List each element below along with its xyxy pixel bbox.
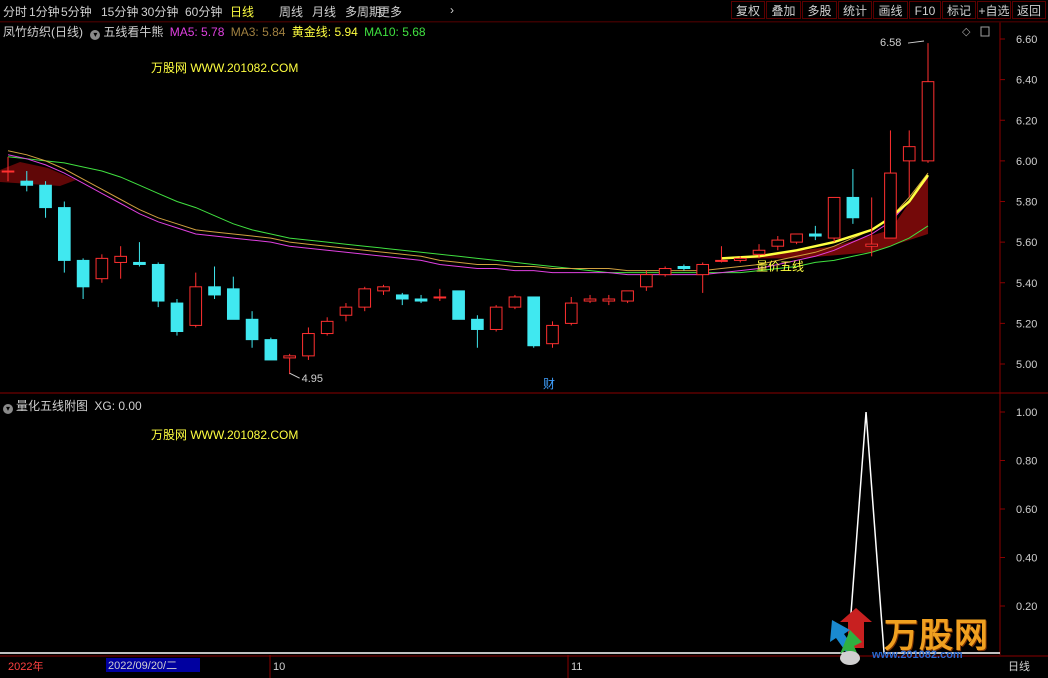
candle-body [715,259,728,262]
sub-watermark: 万股网 WWW.201082.COM [151,428,299,442]
annotation-label: 量价五线 [756,260,804,274]
diamond-icon: ◇ [962,26,971,38]
candle-body [602,298,616,302]
price-axis-label: 6.00 [1016,156,1037,168]
indicator-name[interactable]: 五线看牛熊 [103,25,163,39]
candle-body [39,184,52,209]
year-label: 2022年 [8,659,43,673]
sub-axis-label: 1.00 [1016,407,1037,419]
ma-band-left [0,162,76,186]
candle-body [245,318,259,341]
candle-body [114,255,127,263]
candle-body [20,180,34,186]
price-axis-label: 6.60 [1016,34,1037,46]
candle-body [733,257,747,261]
candle-body [752,249,766,255]
sub-info-line: ▾ 量化五线附图 XG: 0.00 [3,397,142,414]
month-label: 10 [273,661,285,673]
sub-axis-label: 0.40 [1016,553,1037,565]
gold-line [721,174,930,260]
price-axis-label: 5.80 [1016,197,1037,209]
candle-body [151,263,165,302]
candle-body [677,266,691,270]
ma10-value: MA10: 5.68 [364,25,426,39]
candle-body [508,296,522,308]
candle-body [395,294,409,300]
finance-marker: 财 [543,377,555,391]
candle-body [226,288,240,320]
price-axis-label: 5.40 [1016,278,1037,290]
chart-canvas[interactable]: 6.60 6.40 6.20 6.00 5.80 5.60 5.40 5.20 5.00 1.00… [0,0,1048,678]
ma5-value: MA5: 5.78 [169,25,225,39]
candle-body [771,239,785,247]
price-axis-label: 5.60 [1016,237,1037,249]
logo-url: www.201082.com [872,649,963,661]
candle-body [320,320,334,335]
candle-body [133,261,146,265]
price-axis-label: 6.20 [1016,115,1037,127]
candle-body [640,274,653,288]
candle-body [902,146,916,162]
candle-body [583,298,597,302]
candle-body [76,259,90,288]
sub-axis-label: 0.60 [1016,504,1037,516]
candle-body [433,296,447,299]
dropdown-circle-icon[interactable]: ▾ [90,30,101,40]
candle-body [471,318,484,330]
candle-body [884,172,897,239]
candle-body [208,286,221,296]
price-axis-label: 6.40 [1016,75,1037,87]
price-axis-label: 5.00 [1016,359,1037,371]
window-icon [980,26,990,37]
price-axis-label: 5.20 [1016,318,1037,330]
candle-body [414,298,428,302]
sub-indicator-name[interactable]: 量化五线附图 [16,399,88,413]
candle-body [302,333,315,357]
candle-body [809,233,822,237]
candle-body [358,288,372,308]
month-label: 11 [571,661,582,673]
candle-body [546,324,559,345]
high-price-label: 6.58 [880,37,901,49]
candle-body [696,263,710,276]
candle-body [621,290,634,302]
candle-body [452,290,465,320]
candle-body [95,257,109,280]
candle-body [58,207,71,261]
gold-line-value: 黄金线: 5.94 [291,25,358,39]
dropdown-circle-icon[interactable]: ▾ [3,404,13,414]
candle-body [339,306,353,316]
candle-body [921,81,935,162]
sub-axis-label: 0.80 [1016,456,1037,468]
main-watermark: 万股网 WWW.201082.COM [151,61,299,75]
candle-body [790,233,803,243]
high-arrow [907,40,925,44]
low-arrow [289,372,300,379]
main-info-line: 凤竹纺织(日线) ▾ 五线看牛熊 MA5: 5.78 MA3: 5.84 黄金线:… [3,23,426,40]
candle-body [564,302,578,324]
candle-body [1,170,15,173]
candle-body [527,296,541,347]
candle-body [489,306,503,330]
candle-body [377,286,390,292]
candle-body [283,355,296,359]
candle-body [827,196,841,239]
xg-value: XG: 0.00 [94,399,142,413]
stock-name: 凤竹纺织(日线) [3,25,83,39]
candle-body [189,286,203,326]
candle-body [846,196,860,219]
candle-body [658,268,672,276]
candle-body [170,302,184,332]
low-price-label: 4.95 [302,373,323,385]
ma3-value: MA3: 5.84 [230,25,286,39]
candle-body [865,243,878,247]
cursor-date-label: 2022/09/20/二 [108,660,177,672]
candle-body [264,339,278,361]
